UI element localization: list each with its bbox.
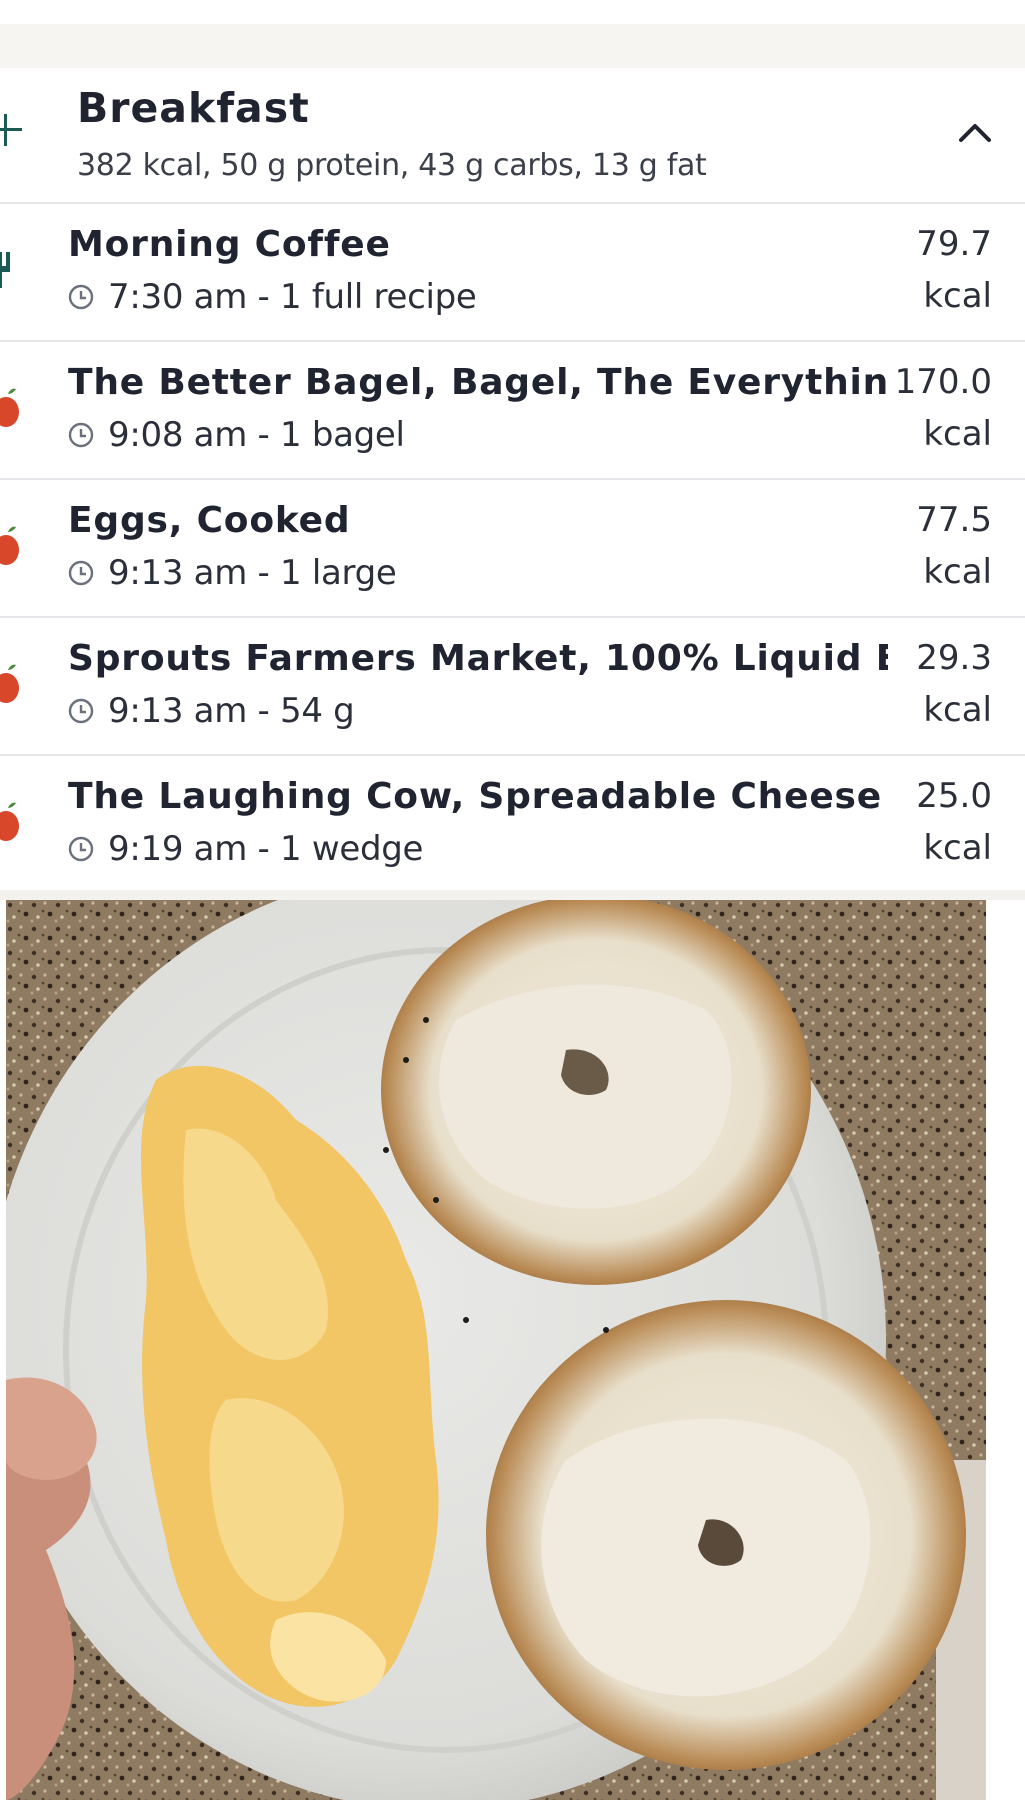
food-meta: 9:13 am - 54 g [68,688,355,734]
food-kcal-value: 29.3 [916,638,992,678]
food-name: Eggs, Cooked [68,500,351,541]
food-time-serving: 9:13 am - 1 large [108,553,397,593]
food-entry[interactable]: The Better Bagel, Bagel, The Everything … [0,342,1025,480]
food-time-serving: 7:30 am - 1 full recipe [108,277,477,317]
food-apple-icon [0,664,19,703]
chevron-up-icon[interactable] [955,116,995,146]
food-name: Morning Coffee [68,224,391,265]
status-area [0,0,1025,24]
meal-title: Breakfast [77,84,310,132]
food-kcal-value: 77.5 [916,500,992,540]
add-food-icon[interactable] [0,112,26,148]
food-apple-icon [0,388,19,427]
top-band [0,24,1025,68]
clock-icon [68,422,94,448]
section-divider [0,890,1025,900]
food-kcal-unit: kcal [923,414,992,454]
meal-summary: 382 kcal, 50 g protein, 43 g carbs, 13 g… [77,148,707,183]
meal-photo[interactable] [6,900,986,1800]
food-apple-icon [0,802,19,841]
clock-icon [68,284,94,310]
food-entry[interactable]: Morning Coffee 7:30 am - 1 full recipe 7… [0,204,1025,342]
food-time-serving: 9:19 am - 1 wedge [108,829,424,869]
food-kcal-unit: kcal [923,828,992,868]
food-entry[interactable]: Eggs, Cooked 9:13 am - 1 large 77.5 kcal [0,480,1025,618]
clock-icon [68,698,94,724]
food-apple-icon [0,526,19,565]
clock-icon [68,560,94,586]
meal-card: Breakfast 382 kcal, 50 g protein, 43 g c… [0,68,1025,890]
food-entry[interactable]: The Laughing Cow, Spreadable Cheese ... … [0,756,1025,892]
food-time-serving: 9:13 am - 54 g [108,691,355,731]
recipe-utensils-icon [0,252,10,288]
meal-header[interactable]: Breakfast 382 kcal, 50 g protein, 43 g c… [0,68,1025,204]
food-kcal-unit: kcal [923,690,992,730]
food-meta: 7:30 am - 1 full recipe [68,274,477,320]
food-name: Sprouts Farmers Market, 100% Liquid Eg..… [68,638,888,679]
food-name: The Better Bagel, Bagel, The Everything [68,362,888,403]
food-time-serving: 9:08 am - 1 bagel [108,415,405,455]
food-meta: 9:08 am - 1 bagel [68,412,405,458]
food-kcal-unit: kcal [923,552,992,592]
food-entry[interactable]: Sprouts Farmers Market, 100% Liquid Eg..… [0,618,1025,756]
clock-icon [68,836,94,862]
food-meta: 9:13 am - 1 large [68,550,397,596]
food-kcal-value: 170.0 [894,362,992,402]
diary-screen: Breakfast 382 kcal, 50 g protein, 43 g c… [0,0,1025,1800]
food-kcal-value: 25.0 [916,776,992,816]
food-kcal-value: 79.7 [916,224,992,264]
food-meta: 9:19 am - 1 wedge [68,826,423,872]
food-kcal-unit: kcal [923,276,992,316]
food-name: The Laughing Cow, Spreadable Cheese ... [68,776,888,817]
